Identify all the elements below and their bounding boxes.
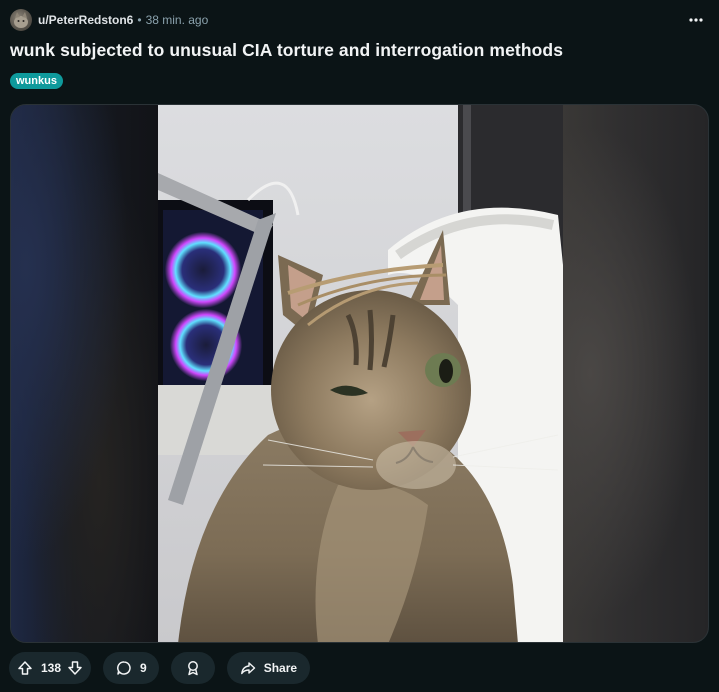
award-button[interactable] [170, 652, 215, 684]
post-flair[interactable]: wunkus [10, 73, 63, 89]
comment-bubble-icon [116, 660, 132, 676]
more-options-button[interactable] [684, 8, 708, 32]
action-bar: 138 9 Share [9, 652, 322, 684]
comments-button[interactable]: 9 [103, 652, 159, 684]
post-media[interactable] [10, 104, 709, 643]
award-icon [185, 660, 201, 676]
meta-separator: • [137, 13, 142, 27]
media-blur-right [561, 105, 708, 642]
upvote-icon[interactable] [17, 660, 33, 676]
media-blur-left [11, 105, 158, 642]
post-timestamp: 38 min. ago [145, 13, 209, 27]
comment-count: 9 [140, 661, 147, 675]
vote-score: 138 [41, 661, 62, 675]
share-arrow-icon [240, 660, 256, 676]
downvote-icon[interactable] [67, 660, 83, 676]
share-button[interactable]: Share [226, 652, 311, 684]
post-title[interactable]: wunk subjected to unusual CIA torture an… [10, 40, 563, 61]
share-label: Share [263, 661, 298, 675]
more-horizontal-icon [689, 18, 703, 22]
avatar-image [14, 12, 28, 28]
cat-photo [158, 105, 563, 642]
post-card: u/PeterRedston6 • 38 min. ago wunk subje… [0, 0, 719, 692]
vote-control: 138 [9, 652, 92, 684]
post-author[interactable]: u/PeterRedston6 [38, 13, 133, 27]
post-image[interactable] [158, 105, 563, 642]
avatar[interactable] [10, 9, 32, 31]
post-header: u/PeterRedston6 • 38 min. ago [10, 8, 710, 32]
